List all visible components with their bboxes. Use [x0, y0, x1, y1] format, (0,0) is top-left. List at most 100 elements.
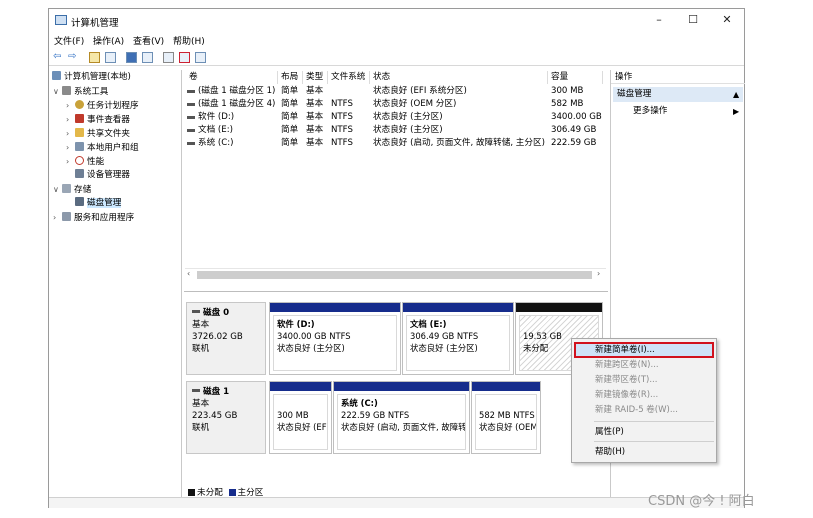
tree-item-shared-folders[interactable]: › 共享文件夹 [66, 127, 130, 140]
tools-icon [62, 86, 71, 95]
actions-header: 操作 [611, 70, 745, 84]
device-manager-icon [75, 169, 84, 178]
view-icon[interactable] [195, 52, 206, 63]
column-header-type[interactable]: 类型 [303, 71, 328, 84]
storage-icon [62, 184, 71, 193]
expand-toggle-icon[interactable]: ∨ [53, 183, 62, 196]
window-title: 计算机管理 [71, 18, 119, 29]
disk-icon [192, 389, 200, 392]
menu-separator [594, 441, 714, 442]
expand-toggle-icon[interactable]: › [53, 211, 62, 224]
expand-toggle-icon[interactable]: › [66, 155, 75, 168]
column-header-layout[interactable]: 布局 [278, 71, 303, 84]
volume-list: 卷 布局 类型 文件系统 状态 容量 (磁盘 1 磁盘分区 1) 简单 基本 状… [184, 70, 608, 292]
check-icon[interactable] [179, 52, 190, 63]
tree-item-storage[interactable]: ∨ 存储 [53, 183, 91, 196]
menu-view[interactable]: 查看(V) [133, 34, 164, 47]
services-icon [62, 212, 71, 221]
tree-item-services-applications[interactable]: › 服务和应用程序 [53, 211, 134, 224]
volume-icon [187, 103, 195, 106]
navigation-tree: 计算机管理(本地) ∨ 系统工具 › 任务计划程序 › 事件查看器 › 共享文件夹 › 本… [49, 70, 182, 497]
primary-partition-bar [270, 382, 331, 391]
table-row[interactable]: 文档 (E:) 简单 基本 NTFS 状态良好 (主分区) 306.49 GB [184, 124, 608, 137]
column-header-filesystem[interactable]: 文件系统 [328, 71, 370, 84]
submenu-arrow-icon[interactable]: ▶ [733, 105, 739, 118]
expand-toggle-icon[interactable]: › [66, 113, 75, 126]
toolbar: ⇦ ⇨ [49, 49, 744, 66]
status-bar [49, 497, 744, 508]
partition-c[interactable]: 系统 (C:) 222.59 GB NTFS 状态良好 (启动, 页面文件, 故… [333, 381, 470, 454]
minimize-button[interactable]: – [644, 11, 674, 29]
column-header-status[interactable]: 状态 [370, 71, 548, 84]
expand-toggle-icon[interactable]: ∨ [53, 85, 62, 98]
menu-bar: 文件(F) 操作(A) 查看(V) 帮助(H) [49, 33, 744, 48]
disk-1-row: 磁盘 1 基本 223.45 GB 联机 300 MB 状态良好 (EFI 系统… [186, 381, 606, 454]
tree-item-device-manager[interactable]: 设备管理器 [66, 169, 130, 182]
unallocated-bar [516, 303, 602, 312]
tree-item-computer-management[interactable]: 计算机管理(本地) [52, 71, 131, 84]
scrollbar-thumb[interactable] [197, 271, 592, 279]
menu-item-new-raid5-volume: 新建 RAID-5 卷(W)... [595, 405, 678, 415]
menu-item-new-simple-volume[interactable]: 新建简单卷(I)... [595, 343, 655, 357]
menu-separator [594, 421, 714, 422]
connect-icon[interactable] [163, 52, 174, 63]
tree-item-disk-management[interactable]: 磁盘管理 [66, 197, 122, 210]
primary-partition-bar [334, 382, 469, 391]
partition-d[interactable]: 软件 (D:) 3400.00 GB NTFS 状态良好 (主分区) [269, 302, 401, 375]
disk-icon [192, 310, 200, 313]
maximize-button[interactable]: ☐ [678, 11, 708, 29]
tree-item-system-tools[interactable]: ∨ 系统工具 [53, 85, 108, 98]
collapse-up-icon[interactable]: ▲ [733, 87, 739, 102]
volume-icon [187, 116, 195, 119]
primary-swatch [228, 489, 236, 496]
computer-management-icon [55, 15, 67, 25]
expand-toggle-icon[interactable]: › [66, 127, 75, 140]
show-hide-tree-icon[interactable] [105, 52, 116, 63]
help-icon[interactable] [126, 52, 137, 63]
primary-partition-bar [403, 303, 513, 312]
tree-item-event-viewer[interactable]: › 事件查看器 [66, 113, 130, 126]
forward-icon[interactable]: ⇨ [68, 51, 76, 63]
menu-file[interactable]: 文件(F) [54, 34, 84, 47]
unallocated-swatch [188, 489, 195, 496]
close-button[interactable]: ✕ [712, 11, 742, 29]
scroll-left-icon[interactable]: ‹ [187, 269, 190, 278]
more-actions-item[interactable]: 更多操作 [633, 105, 667, 118]
partition-e[interactable]: 文档 (E:) 306.49 GB NTFS 状态良好 (主分区) [402, 302, 514, 375]
menu-action[interactable]: 操作(A) [93, 34, 124, 47]
column-header-capacity[interactable]: 容量 [548, 71, 603, 84]
table-row[interactable]: (磁盘 1 磁盘分区 4) 简单 基本 NTFS 状态良好 (OEM 分区) 5… [184, 98, 608, 111]
tree-item-performance[interactable]: › 性能 [66, 155, 104, 168]
volume-icon [187, 142, 195, 145]
users-icon [75, 142, 84, 151]
menu-item-help[interactable]: 帮助(H) [595, 445, 625, 459]
disk-management-icon [75, 197, 84, 206]
properties-icon[interactable] [142, 52, 153, 63]
back-icon[interactable]: ⇦ [53, 51, 61, 63]
column-header-volume[interactable]: 卷 [186, 71, 278, 84]
performance-icon [75, 156, 84, 165]
event-viewer-icon [75, 114, 84, 123]
table-row[interactable]: 软件 (D:) 简单 基本 NTFS 状态良好 (主分区) 3400.00 GB [184, 111, 608, 124]
title-bar: 计算机管理 – ☐ ✕ [49, 9, 744, 33]
horizontal-scrollbar[interactable]: ‹ › [185, 268, 606, 281]
disk-0-row: 磁盘 0 基本 3726.02 GB 联机 软件 (D:) 3400.00 GB… [186, 302, 606, 375]
partition-efi[interactable]: 300 MB 状态良好 (EFI [269, 381, 332, 454]
table-row[interactable]: (磁盘 1 磁盘分区 1) 简单 基本 状态良好 (EFI 系统分区) 300 … [184, 85, 608, 98]
menu-item-new-spanned-volume: 新建跨区卷(N)... [595, 360, 659, 370]
expand-toggle-icon[interactable]: › [66, 141, 75, 154]
disk-1-label[interactable]: 磁盘 1 基本 223.45 GB 联机 [186, 381, 266, 454]
menu-item-properties[interactable]: 属性(P) [595, 425, 624, 439]
scroll-right-icon[interactable]: › [597, 269, 600, 278]
expand-toggle-icon[interactable]: › [66, 99, 75, 112]
actions-section-disk-management[interactable]: 磁盘管理 ▲ [613, 87, 743, 102]
up-folder-icon[interactable] [89, 52, 100, 63]
disk-0-label[interactable]: 磁盘 0 基本 3726.02 GB 联机 [186, 302, 266, 375]
tree-item-task-scheduler[interactable]: › 任务计划程序 [66, 99, 139, 112]
table-row[interactable]: 系统 (C:) 简单 基本 NTFS 状态良好 (启动, 页面文件, 故障转储,… [184, 137, 608, 150]
primary-partition-bar [472, 382, 540, 391]
watermark: CSDN @今 ! 阿白 [648, 494, 755, 509]
menu-help[interactable]: 帮助(H) [173, 34, 205, 47]
partition-oem[interactable]: 582 MB NTFS 状态良好 (OEM [471, 381, 541, 454]
tree-item-local-users-groups[interactable]: › 本地用户和组 [66, 141, 139, 154]
